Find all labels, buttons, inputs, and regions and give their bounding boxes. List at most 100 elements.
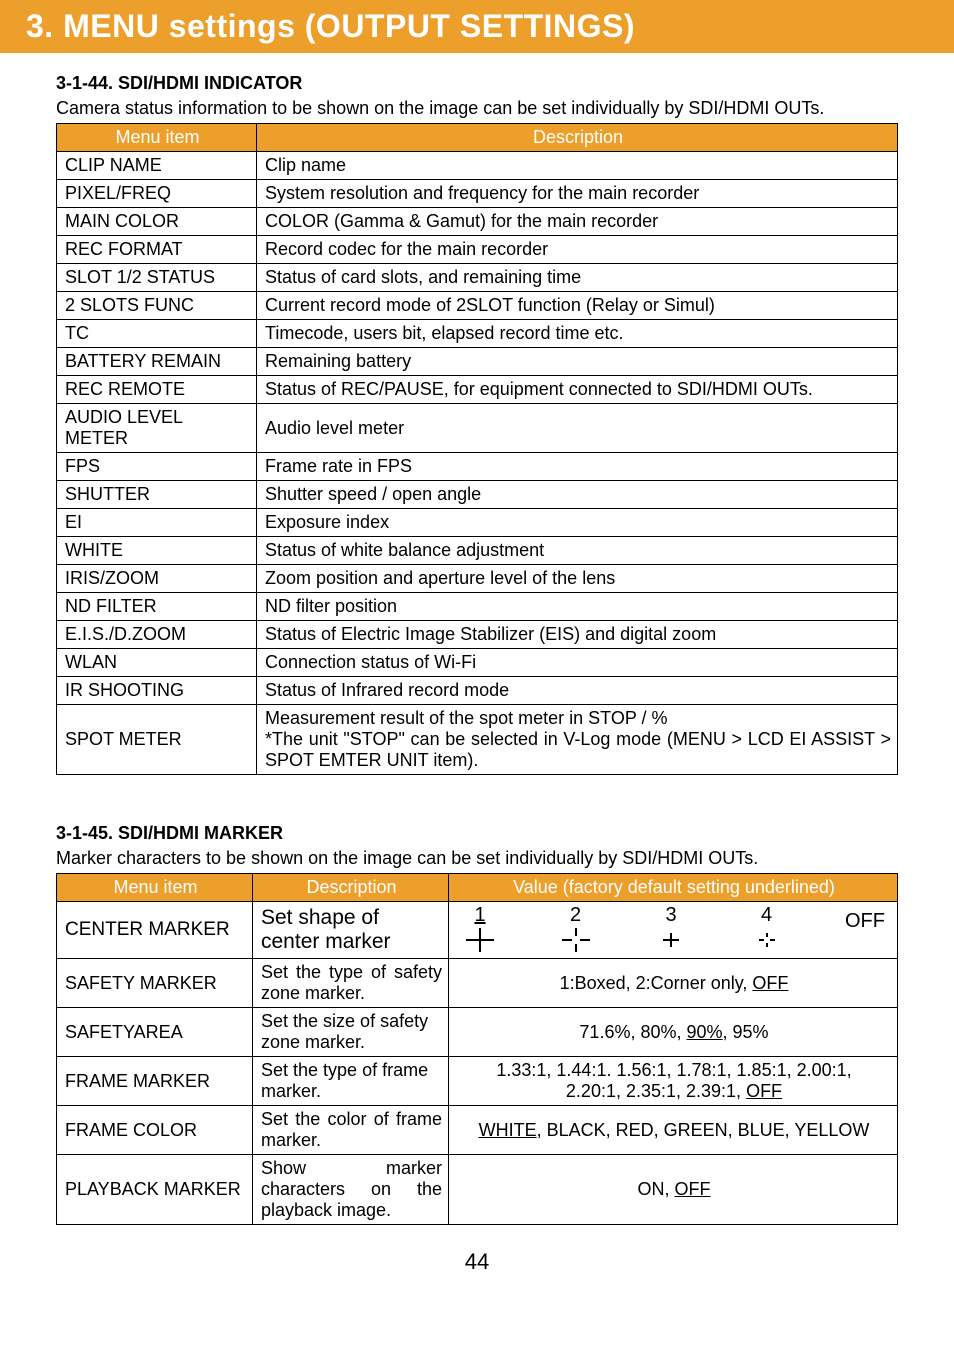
menu-desc: Frame rate in FPS xyxy=(257,453,898,481)
table-45-header-menu: Menu item xyxy=(57,874,253,902)
menu-desc: Set shape of center marker xyxy=(253,902,449,959)
menu-item: SPOT METER xyxy=(57,705,257,775)
table-row: FRAME COLOR Set the color of frame marke… xyxy=(57,1106,898,1155)
marker-2-num: 2 xyxy=(570,904,581,926)
value-default: OFF xyxy=(675,1179,711,1199)
menu-item: SAFETY MARKER xyxy=(57,959,253,1008)
menu-desc: Shutter speed / open angle xyxy=(257,481,898,509)
menu-item: FRAME COLOR xyxy=(57,1106,253,1155)
table-row: FRAME MARKER Set the type of frame marke… xyxy=(57,1057,898,1106)
value-text: 71.6%, 80%, xyxy=(579,1022,686,1042)
marker-cross-large-icon xyxy=(463,925,497,955)
menu-item: FPS xyxy=(57,453,257,481)
table-row: 2 SLOTS FUNCCurrent record mode of 2SLOT… xyxy=(57,292,898,320)
table-row: IRIS/ZOOMZoom position and aperture leve… xyxy=(57,565,898,593)
menu-desc: Connection status of Wi-Fi xyxy=(257,649,898,677)
menu-desc: Set the type of frame marker. xyxy=(253,1057,449,1106)
menu-desc: ND filter position xyxy=(257,593,898,621)
table-row: AUDIO LEVEL METERAudio level meter xyxy=(57,404,898,453)
table-row: WLANConnection status of Wi-Fi xyxy=(57,649,898,677)
menu-item: PLAYBACK MARKER xyxy=(57,1155,253,1225)
menu-desc: Record codec for the main recorder xyxy=(257,236,898,264)
table-row: CLIP NAMEClip name xyxy=(57,152,898,180)
value-default: WHITE xyxy=(479,1120,537,1140)
menu-value: 1 2 3 xyxy=(449,902,898,959)
table-44-header-menu: Menu item xyxy=(57,124,257,152)
menu-item: E.I.S./D.ZOOM xyxy=(57,621,257,649)
content-area: 3-1-44. SDI/HDMI INDICATOR Camera status… xyxy=(0,53,954,1285)
menu-value: 71.6%, 80%, 90%, 95% xyxy=(449,1008,898,1057)
section-44-title: 3-1-44. SDI/HDMI INDICATOR xyxy=(56,73,898,94)
menu-item: WHITE xyxy=(57,537,257,565)
table-44: Menu item Description CLIP NAMEClip name… xyxy=(56,123,898,775)
marker-1-num: 1 xyxy=(474,904,485,926)
menu-desc: Status of card slots, and remaining time xyxy=(257,264,898,292)
table-row: ND FILTERND filter position xyxy=(57,593,898,621)
table-row: E.I.S./D.ZOOMStatus of Electric Image St… xyxy=(57,621,898,649)
menu-desc: Set the type of safety zone marker. xyxy=(253,959,449,1008)
menu-item: CLIP NAME xyxy=(57,152,257,180)
menu-desc: Set the size of safety zone marker. xyxy=(253,1008,449,1057)
menu-item: PIXEL/FREQ xyxy=(57,180,257,208)
menu-item: BATTERY REMAIN xyxy=(57,348,257,376)
table-row: TCTimecode, users bit, elapsed record ti… xyxy=(57,320,898,348)
table-row: BATTERY REMAINRemaining battery xyxy=(57,348,898,376)
menu-desc: Exposure index xyxy=(257,509,898,537)
menu-value: ON, OFF xyxy=(449,1155,898,1225)
table-row: IR SHOOTINGStatus of Infrared record mod… xyxy=(57,677,898,705)
menu-desc: COLOR (Gamma & Gamut) for the main recor… xyxy=(257,208,898,236)
table-row: SHUTTERShutter speed / open angle xyxy=(57,481,898,509)
marker-cross-gap-small-icon xyxy=(750,925,784,955)
value-text: ON, xyxy=(637,1179,674,1199)
menu-item: IRIS/ZOOM xyxy=(57,565,257,593)
value-text: 1:Boxed, 2:Corner only, xyxy=(560,973,753,993)
table-45: Menu item Description Value (factory def… xyxy=(56,873,898,1225)
menu-item: REC FORMAT xyxy=(57,236,257,264)
table-45-header-val: Value (factory default setting underline… xyxy=(449,874,898,902)
page-number: 44 xyxy=(56,1249,898,1275)
table-44-header-row: Menu item Description xyxy=(57,124,898,152)
table-row: PIXEL/FREQSystem resolution and frequenc… xyxy=(57,180,898,208)
menu-value: 1:Boxed, 2:Corner only, OFF xyxy=(449,959,898,1008)
menu-desc: Remaining battery xyxy=(257,348,898,376)
table-row: SAFETYAREA Set the size of safety zone m… xyxy=(57,1008,898,1057)
table-row: CENTER MARKER Set shape of center marker… xyxy=(57,902,898,959)
menu-item: FRAME MARKER xyxy=(57,1057,253,1106)
menu-item: IR SHOOTING xyxy=(57,677,257,705)
menu-desc: Status of white balance adjustment xyxy=(257,537,898,565)
table-45-header-row: Menu item Description Value (factory def… xyxy=(57,874,898,902)
menu-desc: Clip name xyxy=(257,152,898,180)
menu-item: CENTER MARKER xyxy=(57,902,253,959)
table-row: SPOT METERMeasurement result of the spot… xyxy=(57,705,898,775)
menu-item: WLAN xyxy=(57,649,257,677)
value-default: OFF xyxy=(746,1081,782,1101)
table-45-header-desc: Description xyxy=(253,874,449,902)
menu-value: WHITE, BLACK, RED, GREEN, BLUE, YELLOW xyxy=(449,1106,898,1155)
table-row: SLOT 1/2 STATUSStatus of card slots, and… xyxy=(57,264,898,292)
value-text: 1.33:1, 1.44:1. 1.56:1, 1.78:1, 1.85:1, … xyxy=(496,1060,851,1080)
marker-cross-small-icon xyxy=(654,925,688,955)
table-row: PLAYBACK MARKER Show marker characters o… xyxy=(57,1155,898,1225)
menu-desc: Status of Electric Image Stabilizer (EIS… xyxy=(257,621,898,649)
menu-item: SAFETYAREA xyxy=(57,1008,253,1057)
table-44-header-desc: Description xyxy=(257,124,898,152)
section-45-title: 3-1-45. SDI/HDMI MARKER xyxy=(56,823,898,844)
section-44-intro: Camera status information to be shown on… xyxy=(56,98,898,119)
marker-3-num: 3 xyxy=(665,904,676,926)
section-45-intro: Marker characters to be shown on the ima… xyxy=(56,848,898,869)
menu-item: SHUTTER xyxy=(57,481,257,509)
page-banner: 3. MENU settings (OUTPUT SETTINGS) xyxy=(0,0,954,53)
table-row: REC FORMATRecord codec for the main reco… xyxy=(57,236,898,264)
table-row: WHITEStatus of white balance adjustment xyxy=(57,537,898,565)
value-default: OFF xyxy=(752,973,788,993)
menu-desc: Set the color of frame marker. xyxy=(253,1106,449,1155)
menu-desc: Measurement result of the spot meter in … xyxy=(257,705,898,775)
menu-desc: Show marker characters on the playback i… xyxy=(253,1155,449,1225)
menu-desc: Audio level meter xyxy=(257,404,898,453)
menu-desc: Timecode, users bit, elapsed record time… xyxy=(257,320,898,348)
menu-item: AUDIO LEVEL METER xyxy=(57,404,257,453)
menu-item: TC xyxy=(57,320,257,348)
table-row: SAFETY MARKER Set the type of safety zon… xyxy=(57,959,898,1008)
marker-off-label: OFF xyxy=(845,910,885,932)
menu-item: SLOT 1/2 STATUS xyxy=(57,264,257,292)
